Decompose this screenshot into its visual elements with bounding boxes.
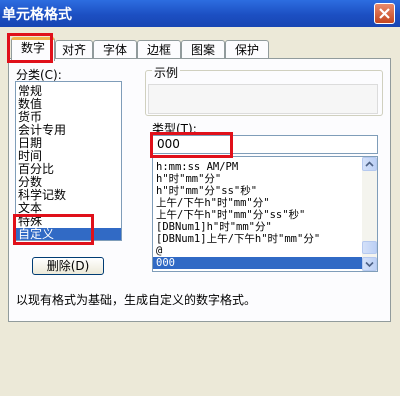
tab-label: 对齐 [61, 43, 86, 57]
list-item[interactable]: h"时"mm"分" [156, 173, 221, 185]
list-item[interactable]: @ [156, 245, 162, 257]
tab-alignment[interactable]: 对齐 [55, 40, 93, 59]
delete-button-label: 删除(D) [46, 259, 90, 273]
tab-border[interactable]: 边框 [137, 40, 181, 59]
tab-label: 字体 [102, 43, 127, 57]
tab-font[interactable]: 字体 [93, 40, 137, 59]
type-input[interactable]: 000 [152, 135, 378, 154]
delete-button[interactable]: 删除(D) [32, 257, 104, 275]
list-item-selected[interactable]: 自定义 [16, 228, 121, 240]
format-code-list[interactable]: h:mm:ss AM/PM h"时"mm"分" h"时"mm"分"ss"秒" 上… [152, 156, 378, 272]
tab-label: 图案 [190, 43, 215, 57]
title-bar: 单元格格式 [0, 0, 400, 27]
chevron-down-icon [365, 261, 374, 268]
chevron-up-icon [365, 161, 374, 167]
close-button[interactable] [374, 3, 395, 24]
list-item[interactable]: h"时"mm"分"ss"秒" [156, 185, 257, 197]
list-item[interactable]: 上午/下午h"时"mm"分"ss"秒" [156, 209, 305, 221]
vertical-scrollbar[interactable] [362, 157, 377, 271]
tab-label: 数字 [20, 41, 45, 55]
list-item-selected[interactable]: 000 [153, 257, 362, 269]
scroll-thumb[interactable] [362, 241, 377, 254]
category-list[interactable]: 常规 数值 货币 会计专用 日期 时间 百分比 分数 科学记数 文本 特殊 自定… [15, 81, 122, 241]
tab-label: 保护 [234, 43, 259, 57]
format-description: 以现有格式为基础，生成自定义的数字格式。 [16, 293, 257, 307]
close-icon [379, 8, 390, 19]
tab-label: 边框 [146, 43, 171, 57]
list-item[interactable]: 上午/下午h"时"mm"分" [156, 197, 270, 209]
tab-number[interactable]: 数字 [11, 37, 55, 61]
list-item[interactable]: [DBNum1]上午/下午h"时"mm"分" [156, 233, 320, 245]
list-item[interactable]: [DBNum1]h"时"mm"分" [156, 221, 272, 233]
scroll-down-button[interactable] [362, 257, 377, 271]
list-item[interactable]: h:mm:ss AM/PM [156, 161, 238, 173]
tab-patterns[interactable]: 图案 [181, 40, 225, 59]
sample-preview [148, 84, 378, 114]
window-title: 单元格格式 [2, 7, 72, 23]
scroll-up-button[interactable] [362, 157, 377, 171]
sample-label: 示例 [152, 64, 181, 81]
tab-protection[interactable]: 保护 [225, 40, 269, 59]
